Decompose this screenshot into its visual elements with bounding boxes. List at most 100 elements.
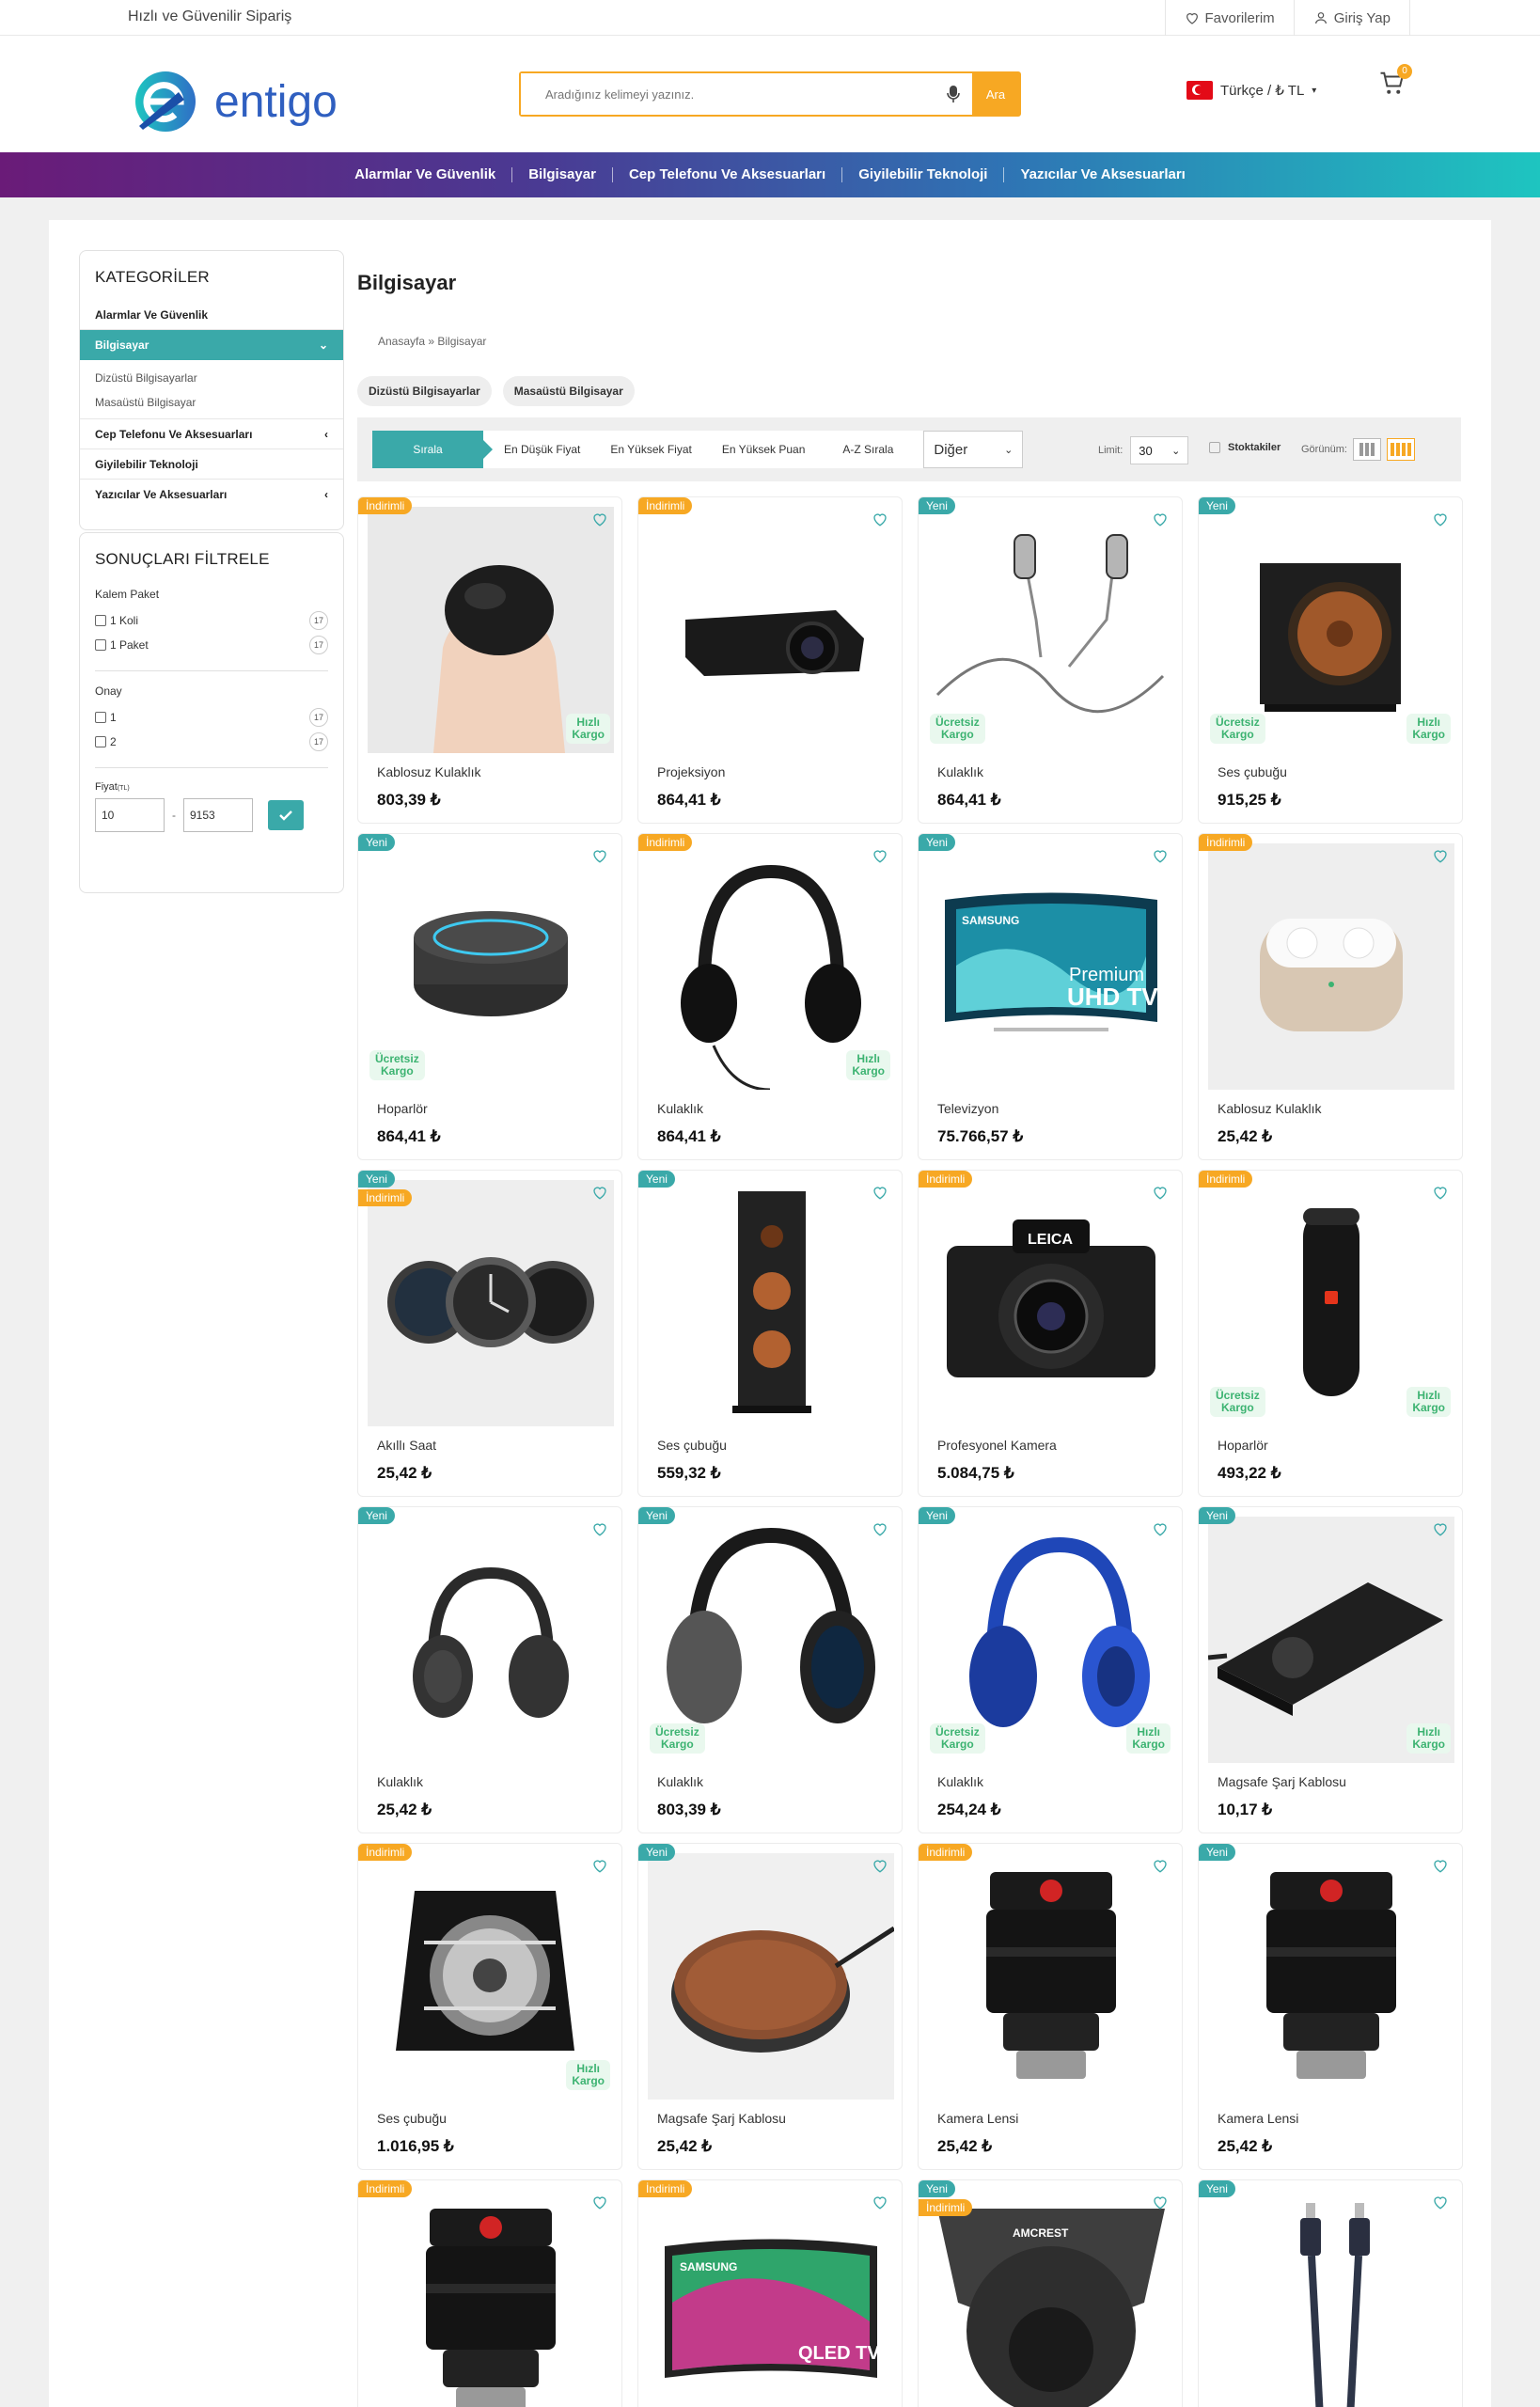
product-name[interactable]: Profesyonel Kamera (937, 1438, 1057, 1453)
product-name[interactable]: Kablosuz Kulaklık (377, 764, 481, 779)
favorite-heart-icon[interactable] (591, 1184, 608, 1201)
favorite-heart-icon[interactable] (1152, 1857, 1169, 1874)
product-name[interactable]: Kulaklık (937, 764, 983, 779)
product-card[interactable]: İndirimli Ücretsiz Kargo Hızlı Kargo Hoparlör… (1198, 1170, 1463, 1497)
search-input[interactable] (521, 73, 935, 115)
checkbox[interactable] (1209, 442, 1220, 453)
product-name[interactable]: Kamera Lensi (1218, 2111, 1298, 2126)
favorites-link[interactable]: Favorilerim (1164, 0, 1294, 36)
favorite-heart-icon[interactable] (1152, 1520, 1169, 1537)
limit-select[interactable]: 30 ⌄ (1130, 436, 1189, 464)
chip-desktops[interactable]: Masaüstü Bilgisayar (502, 376, 635, 406)
product-image[interactable] (1208, 2190, 1454, 2407)
product-image[interactable]: SAMSUNG Premium UHD TV (928, 843, 1174, 1090)
nav-wearables[interactable]: Giyilebilir Teknoloji (842, 167, 1005, 182)
product-card[interactable]: Yeni Ücretsiz Kargo Hızlı Kargo Ses çubuğu 915… (1198, 496, 1463, 824)
product-card[interactable]: İndirimli Kablosuz Kulaklık 25,42 ₺ (1198, 833, 1463, 1160)
favorite-heart-icon[interactable] (1432, 2194, 1449, 2210)
nav-printers[interactable]: Yazıcılar Ve Aksesuarları (1004, 167, 1201, 182)
product-image[interactable] (648, 1853, 894, 2100)
favorite-heart-icon[interactable] (591, 847, 608, 864)
product-card[interactable]: Yeni Ses çubuğu 559,32 ₺ (637, 1170, 903, 1497)
product-name[interactable]: Kulaklık (377, 1774, 423, 1789)
product-card[interactable]: Yeni Kulaklık 25,42 ₺ (357, 1506, 622, 1833)
view-four-columns-button[interactable] (1386, 438, 1415, 461)
favorite-heart-icon[interactable] (591, 1857, 608, 1874)
product-name[interactable]: Ses çubuğu (1218, 764, 1287, 779)
product-card[interactable]: SAMSUNG QLED TV İndirimli (637, 2179, 903, 2407)
filter-option[interactable]: 1 Koli 17 (95, 608, 328, 633)
category-mobile-accessories[interactable]: Cep Telefonu Ve Aksesuarları ‹ (80, 419, 343, 449)
favorite-heart-icon[interactable] (1152, 847, 1169, 864)
subcategory-laptops[interactable]: Dizüstü Bilgisayarlar (80, 366, 343, 390)
product-card[interactable]: Yeni Kamera Lensi 25,42 ₺ (1198, 1843, 1463, 2170)
favorite-heart-icon[interactable] (1152, 2194, 1169, 2210)
favorite-heart-icon[interactable] (872, 1520, 888, 1537)
checkbox[interactable] (95, 639, 106, 651)
microphone-icon[interactable] (935, 73, 972, 115)
favorite-heart-icon[interactable] (872, 2194, 888, 2210)
site-logo[interactable]: entigo (128, 64, 374, 139)
view-three-columns-button[interactable] (1352, 438, 1381, 461)
product-name[interactable]: Kulaklık (937, 1774, 983, 1789)
sort-select[interactable]: Diğer ⌄ (923, 431, 1024, 468)
favorite-heart-icon[interactable] (1152, 1184, 1169, 1201)
favorite-heart-icon[interactable] (1432, 1857, 1449, 1874)
category-wearables[interactable]: Giyilebilir Teknoloji (80, 449, 343, 480)
filter-option[interactable]: 2 17 (95, 730, 328, 754)
product-image[interactable] (1208, 843, 1454, 1090)
product-name[interactable]: Ses çubuğu (377, 2111, 447, 2126)
product-image[interactable] (368, 2190, 614, 2407)
product-name[interactable]: Hoparlör (1218, 1438, 1268, 1453)
breadcrumb[interactable]: Anasayfa » Bilgisayar (378, 335, 486, 348)
language-currency-selector[interactable]: Türkçe / ₺ TL ▾ (1186, 81, 1316, 100)
favorite-heart-icon[interactable] (1432, 1520, 1449, 1537)
category-alarm-security[interactable]: Alarmlar Ve Güvenlik (80, 300, 343, 330)
favorite-heart-icon[interactable] (591, 511, 608, 527)
product-name[interactable]: Kablosuz Kulaklık (1218, 1101, 1322, 1116)
cart-button[interactable]: 0 (1378, 64, 1412, 98)
product-card[interactable]: İndirimli (357, 2179, 622, 2407)
product-name[interactable]: Kulaklık (657, 1101, 703, 1116)
product-card[interactable]: İndirimli Kamera Lensi 25,42 ₺ (918, 1843, 1183, 2170)
favorite-heart-icon[interactable] (1432, 1184, 1449, 1201)
sort-highest-price[interactable]: En Yüksek Fiyat (595, 431, 706, 468)
product-name[interactable]: Kulaklık (657, 1774, 703, 1789)
product-card[interactable]: Yeni Ücretsiz Kargo Kulaklık 803,39 ₺ (637, 1506, 903, 1833)
checkbox[interactable] (95, 736, 106, 747)
product-card[interactable]: Yeni (1198, 2179, 1463, 2407)
favorite-heart-icon[interactable] (872, 1857, 888, 1874)
product-image[interactable] (1208, 1853, 1454, 2100)
product-card[interactable]: Yeni Ücretsiz Kargo Hızlı Kargo Kulaklık 254,2… (918, 1506, 1183, 1833)
product-card[interactable]: AMCREST Yeni İndirimli (918, 2179, 1183, 2407)
product-name[interactable]: Magsafe Şarj Kablosu (1218, 1774, 1346, 1789)
product-card[interactable]: LEICA İndirimli Profesyonel Kamera 5.084,75… (918, 1170, 1183, 1497)
product-name[interactable]: Magsafe Şarj Kablosu (657, 2111, 786, 2126)
product-image[interactable] (648, 1180, 894, 1426)
favorite-heart-icon[interactable] (591, 1520, 608, 1537)
product-name[interactable]: Projeksiyon (657, 764, 725, 779)
product-card[interactable]: İndirimli Hızlı Kargo Ses çubuğu 1.016,95 ₺ (357, 1843, 622, 2170)
login-link[interactable]: Giriş Yap (1293, 0, 1410, 36)
product-card[interactable]: Yeni Ücretsiz Kargo Kulaklık 864,41 ₺ (918, 496, 1183, 824)
nav-mobile-accessories[interactable]: Cep Telefonu Ve Aksesuarları (613, 167, 843, 182)
price-max-input[interactable]: 9153 (183, 798, 253, 832)
in-stock-toggle[interactable]: Stoktakiler (1209, 442, 1281, 453)
product-card[interactable]: Yeni Magsafe Şarj Kablosu 25,42 ₺ (637, 1843, 903, 2170)
chip-laptops[interactable]: Dizüstü Bilgisayarlar (357, 376, 492, 406)
subcategory-desktops[interactable]: Masaüstü Bilgisayar (80, 390, 343, 415)
product-card[interactable]: Yeni Ücretsiz Kargo Hoparlör 864,41 ₺ (357, 833, 622, 1160)
favorite-heart-icon[interactable] (591, 2194, 608, 2210)
product-card[interactable]: Yeni İndirimli Akıllı Saat 25,42 ₺ (357, 1170, 622, 1497)
sort-highest-rating[interactable]: En Yüksek Puan (707, 431, 821, 468)
product-name[interactable]: Ses çubuğu (657, 1438, 727, 1453)
favorite-heart-icon[interactable] (872, 511, 888, 527)
product-card[interactable]: İndirimli Projeksiyon 864,41 ₺ (637, 496, 903, 824)
search-button[interactable]: Ara (972, 73, 1019, 115)
price-min-input[interactable]: 10 (95, 798, 165, 832)
filter-option[interactable]: 1 17 (95, 705, 328, 730)
apply-price-button[interactable] (268, 800, 304, 830)
checkbox[interactable] (95, 712, 106, 723)
product-name[interactable]: Televizyon (937, 1101, 998, 1116)
product-card[interactable]: Yeni Hızlı Kargo Magsafe Şarj Kablosu 10,17 … (1198, 1506, 1463, 1833)
